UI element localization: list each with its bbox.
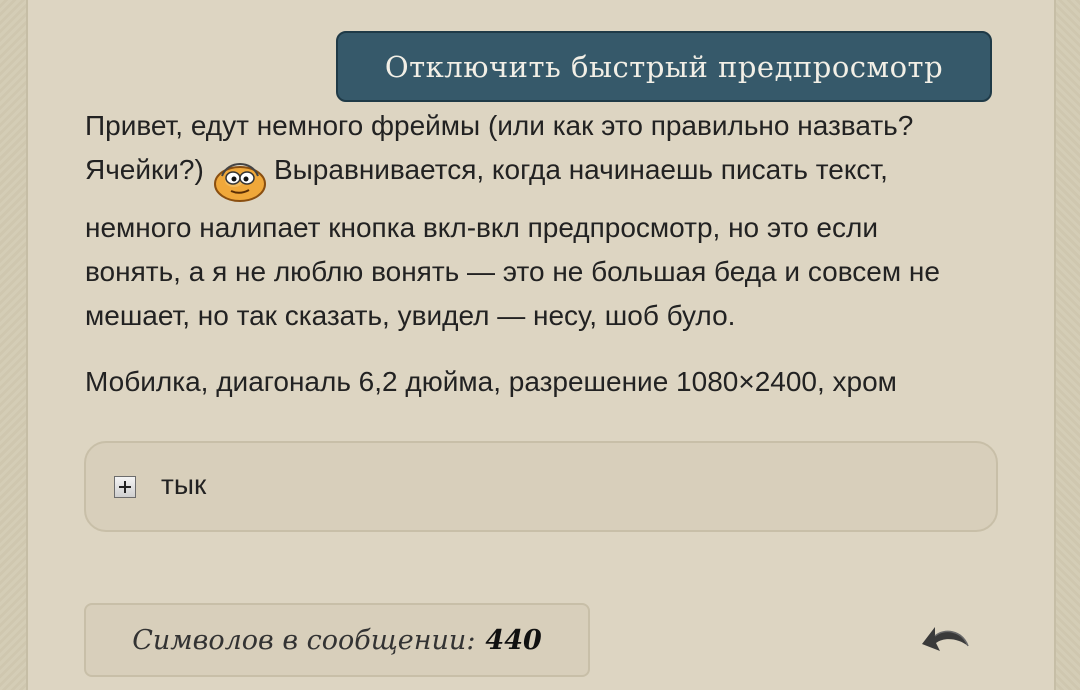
spoiler-block[interactable]: тык	[84, 441, 998, 532]
message-line-1: Привет, едут немного фреймы (или как это…	[85, 110, 914, 141]
counter-label: Символов в сообщении:	[132, 624, 476, 656]
undo-arrow-icon[interactable]	[918, 618, 974, 660]
message-line-6: Мобилка, диагональ 6,2 дюйма, разрешение…	[85, 366, 897, 397]
message-line-3: немного налипает кнопка вкл-вкл предпрос…	[85, 212, 878, 243]
message-line-4: вонять, а я не люблю вонять — это не бол…	[85, 256, 940, 287]
counter-value: 440	[485, 624, 542, 656]
plus-box-icon[interactable]	[114, 476, 136, 498]
message-line-2b: Выравнивается, когда начинаешь писать те…	[274, 154, 888, 185]
character-counter: Символов в сообщении: 440	[84, 603, 590, 677]
toggle-preview-label: Отключить быстрый предпросмотр	[384, 49, 944, 84]
right-border-texture	[1054, 0, 1080, 690]
left-border-texture	[0, 0, 28, 690]
confused-smiley-icon	[214, 163, 266, 202]
spoiler-label: тык	[161, 469, 207, 500]
message-line-5: мешает, но так сказать, увидел — несу, ш…	[85, 300, 736, 331]
toggle-preview-button[interactable]: Отключить быстрый предпросмотр	[336, 31, 992, 102]
